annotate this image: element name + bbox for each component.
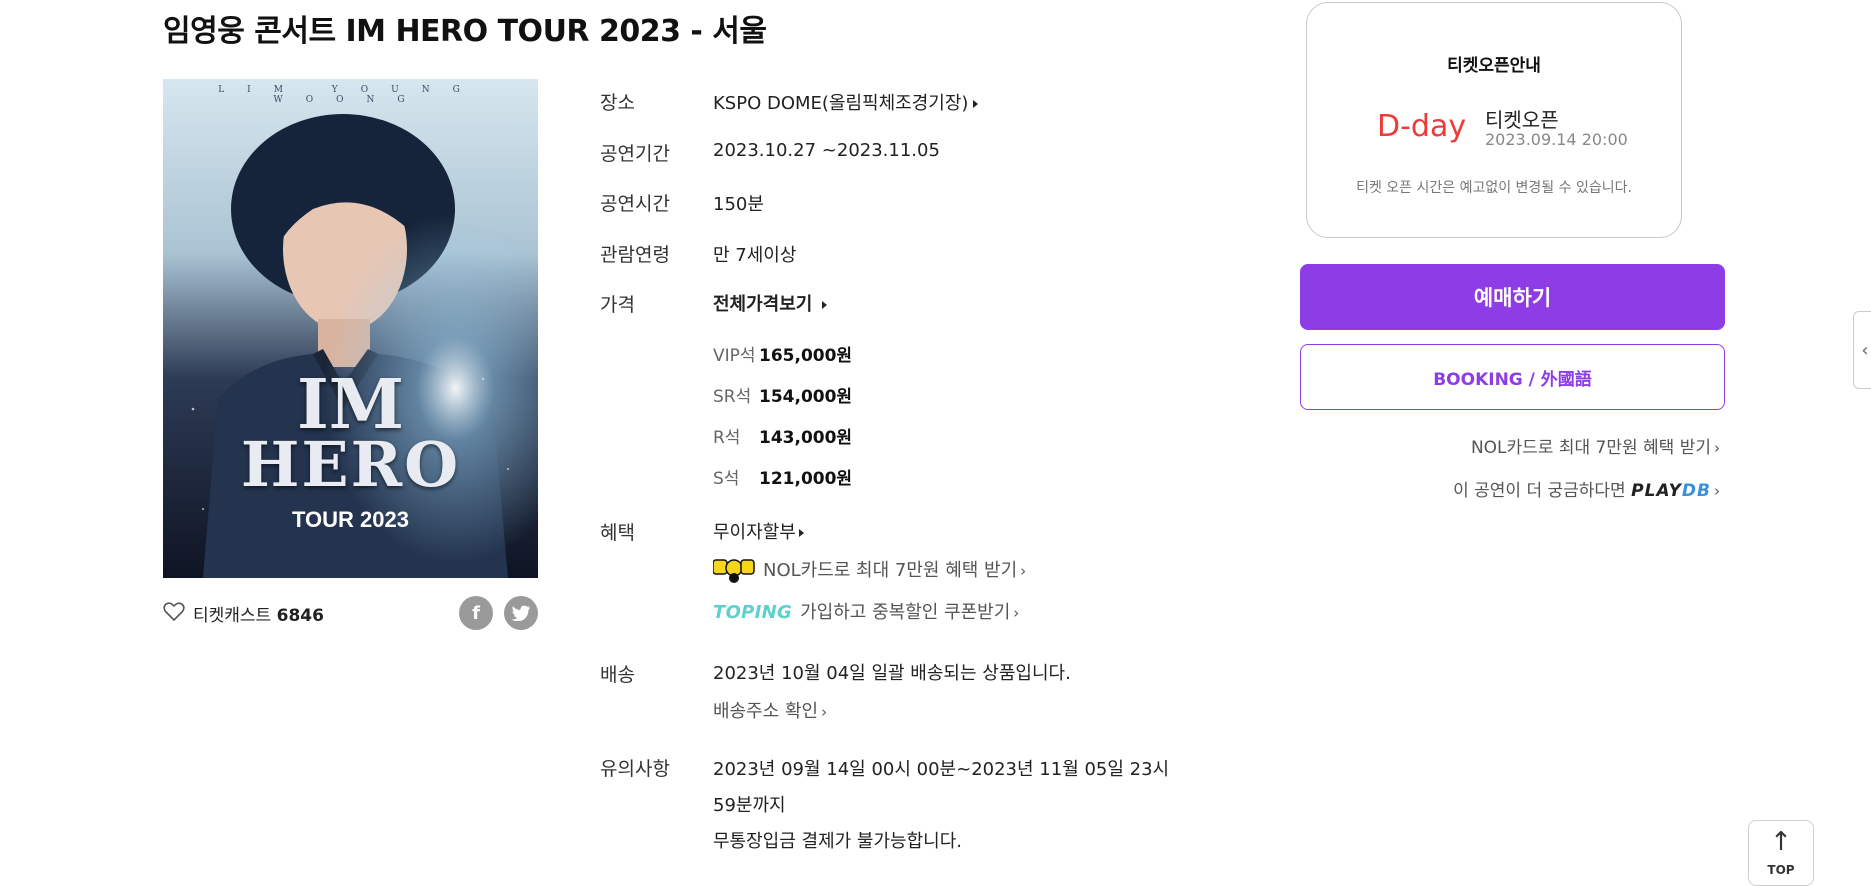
runtime-value: 150분 [713,194,764,215]
page-title: 임영웅 콘서트 IM HERO TOUR 2023 - 서울 [163,14,767,49]
benefit-label: 혜택 [600,522,635,544]
delivery-check-text: 배송주소 확인 [713,701,819,722]
triangle-right-icon [822,301,828,309]
seat-name: VIP석 [713,346,756,366]
book-button[interactable]: 예매하기 [1300,264,1725,330]
chevron-left-icon: ‹ [1861,339,1869,361]
facebook-share-icon[interactable]: f [459,596,493,630]
ticket-open-note: 티켓 오픈 시간은 예고없이 변경될 수 있습니다. [1356,180,1632,196]
nol-card-text: NOL카드로 최대 7만원 혜택 받기 [1470,438,1711,458]
period-value: 2023.10.27 ~2023.11.05 [713,140,940,161]
ticket-open-box: 티켓오픈안내 D-day 티켓오픈 2023.09.14 20:00 티켓 오픈… [1306,2,1682,238]
age-value: 만 7세이상 [713,245,797,266]
installment-text: 무이자할부 [713,522,796,543]
playdb-logo-play: PLAY [1631,481,1682,501]
heart-icon[interactable] [163,602,185,622]
poster-tour: TOUR 2023 [292,507,409,532]
playdb-logo: PLAYDB [1631,481,1711,501]
chevron-right-icon: › [1714,439,1720,457]
poster-logo-line1: IM [296,365,405,445]
seat-price: 165,000원 [759,346,853,366]
nol-benefit-text: NOL카드로 최대 7만원 혜택 받기 [763,560,1018,581]
venue-link[interactable]: KSPO DOME(올림픽체조경기장) [713,89,979,115]
chevron-right-icon: › [821,703,828,721]
triangle-right-icon [973,100,979,108]
age-label: 관람연령 [600,244,670,266]
seat-row: VIP석 165,000원 [713,341,852,366]
delivery-value: 2023년 10월 04일 일괄 배송되는 상품입니다. [713,663,1071,684]
ticketcast-count: 6846 [276,606,324,626]
delivery-check-link[interactable]: 배송주소 확인 › [713,697,827,723]
notice-line: 59분까지 [713,795,786,816]
nol-card-link[interactable]: NOL카드로 최대 7만원 혜택 받기 › [1471,433,1720,458]
seat-price: 143,000원 [759,428,853,448]
notice-line: 무통장입금 결제가 불가능합니다. [713,831,963,852]
triangle-right-icon [798,529,804,537]
playdb-prefix: 이 공연이 더 궁금하다면 [1453,481,1626,501]
toping-logo: TOPING [713,602,793,623]
venue-label: 장소 [600,92,635,114]
seat-row: R석 143,000원 [713,423,852,448]
toping-coupon-link[interactable]: TOPING 가입하고 중복할인 쿠폰받기 › [713,598,1019,624]
foreign-booking-button[interactable]: BOOKING / 外國語 [1300,344,1725,410]
dday-badge: D-day [1377,109,1467,144]
price-all-text: 전체가격보기 [713,294,813,315]
ticketcast-text: 티켓캐스트 [193,606,272,626]
delivery-label: 배송 [600,664,635,686]
chevron-right-icon: › [1020,562,1027,580]
notice-line: 2023년 09월 14일 00시 00분~2023년 11월 05일 23시 [713,759,1170,780]
seat-row: SR석 154,000원 [713,382,852,407]
ticketcast-label: 티켓캐스트 6846 [193,601,324,626]
poster-logo-line2: HERO [240,428,461,501]
playdb-link[interactable]: 이 공연이 더 궁금하다면 PLAYDB › [1453,476,1720,501]
ticket-open-label: 티켓오픈 [1485,108,1559,132]
side-panel-toggle[interactable]: ‹ [1853,311,1871,389]
poster-top-text: LIM YOUNG WOONG [218,85,483,105]
concert-poster[interactable]: LIM YOUNG WOONG IM HERO TOUR 2023 [163,79,538,578]
nol-logo-icon [712,558,755,584]
ticketcast-row: 티켓캐스트 6846 f [163,596,538,632]
price-label: 가격 [600,294,635,316]
chevron-right-icon: › [1013,604,1020,622]
notice-label: 유의사항 [600,758,670,780]
venue-value: KSPO DOME(올림픽체조경기장) [713,93,969,114]
twitter-share-icon[interactable] [504,596,538,630]
period-label: 공연기간 [600,143,670,165]
scroll-top-button[interactable]: ↑ TOP [1748,820,1814,886]
seat-price: 121,000원 [759,469,853,489]
nol-benefit-link[interactable]: NOL카드로 최대 7만원 혜택 받기 › [712,556,1027,584]
poster-image [163,79,538,578]
ticket-open-date: 2023.09.14 20:00 [1485,130,1628,149]
arrow-up-icon: ↑ [1770,827,1792,857]
seat-name: R석 [713,428,741,448]
seat-row: S석 121,000원 [713,464,852,489]
top-label: TOP [1767,863,1795,877]
toping-coupon-text: 가입하고 중복할인 쿠폰받기 [800,602,1011,623]
ticket-open-title: 티켓오픈안내 [1447,56,1541,76]
seat-name: S석 [713,469,740,489]
price-all-link[interactable]: 전체가격보기 [713,290,828,316]
runtime-label: 공연시간 [600,193,670,215]
seat-name: SR석 [713,387,752,407]
playdb-logo-db: DB [1681,481,1711,501]
installment-link[interactable]: 무이자할부 [713,518,804,544]
seat-price: 154,000원 [759,387,853,407]
chevron-right-icon: › [1714,482,1720,500]
